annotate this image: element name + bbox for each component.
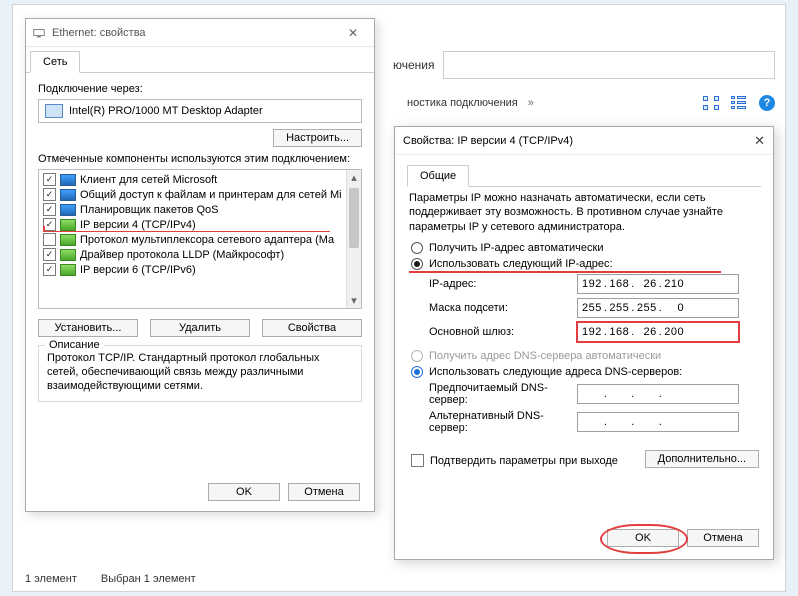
- cancel-button[interactable]: Отмена: [288, 483, 360, 501]
- protocol-icon: [60, 219, 76, 231]
- list-item-label: Драйвер протокола LLDP (Майкрософт): [80, 249, 284, 261]
- radio-ip-auto[interactable]: Получить IP-адрес автоматически: [411, 242, 761, 254]
- subnet-mask-field[interactable]: 255.255.255. 0: [577, 298, 739, 318]
- radio-ip-static[interactable]: Использовать следующий IP-адрес:: [411, 258, 761, 270]
- checkbox-icon[interactable]: ✓: [43, 203, 56, 216]
- configure-button[interactable]: Настроить...: [273, 129, 362, 147]
- list-item[interactable]: ✓ IP версии 6 (TCP/IPv6): [43, 262, 345, 277]
- ip-address-field[interactable]: 192.168. 26.210: [577, 274, 739, 294]
- ipv4-properties-dialog: Свойства: IP версии 4 (TCP/IPv4) ✕ Общие…: [394, 126, 774, 560]
- protocol-icon: [60, 234, 76, 246]
- list-item-label: Протокол мультиплексора сетевого адаптер…: [80, 234, 334, 246]
- dns-preferred-field[interactable]: . . .: [577, 384, 739, 404]
- view-large-icons-button[interactable]: [703, 96, 719, 110]
- list-item-label: IP версии 4 (TCP/IPv4): [80, 219, 196, 231]
- cancel-button[interactable]: Отмена: [687, 529, 759, 547]
- radio-icon: [411, 258, 423, 270]
- protocol-icon: [60, 264, 76, 276]
- service-icon: [60, 174, 76, 186]
- list-item-label: Планировщик пакетов QoS: [80, 204, 219, 216]
- list-item[interactable]: ✓ IP версии 4 (TCP/IPv4): [43, 217, 345, 232]
- breadcrumb-bar: ючения: [393, 49, 775, 81]
- list-item-label: IP версии 6 (TCP/IPv6): [80, 264, 196, 276]
- description-legend: Описание: [45, 339, 104, 351]
- adapter-field: Intel(R) PRO/1000 MT Desktop Adapter: [38, 99, 362, 123]
- tab-network[interactable]: Сеть: [30, 51, 80, 73]
- radio-icon: [411, 366, 423, 378]
- scroll-up-icon[interactable]: ▴: [347, 170, 361, 185]
- description-group: Описание Протокол TCP/IP. Стандартный пр…: [38, 345, 362, 402]
- list-item[interactable]: ✓ Планировщик пакетов QoS: [43, 202, 345, 217]
- command-diagnose[interactable]: ностика подключения: [407, 97, 518, 109]
- dns-alternate-field[interactable]: . . .: [577, 412, 739, 432]
- tab-general[interactable]: Общие: [407, 165, 469, 187]
- status-selection: Выбран 1 элемент: [101, 573, 196, 585]
- service-icon: [60, 204, 76, 216]
- list-item-label: Клиент для сетей Microsoft: [80, 174, 217, 186]
- radio-dns-static[interactable]: Использовать следующие адреса DNS-сервер…: [411, 366, 761, 378]
- checkbox-icon: [411, 454, 424, 467]
- help-icon[interactable]: ?: [759, 95, 775, 111]
- tabs: Общие: [407, 161, 761, 187]
- list-item[interactable]: ✓ Драйвер протокола LLDP (Майкрософт): [43, 247, 345, 262]
- list-item[interactable]: ✓ Клиент для сетей Microsoft: [43, 172, 345, 187]
- checkbox-icon[interactable]: [43, 233, 56, 246]
- label-dns-preferred: Предпочитаемый DNS-сервер:: [429, 382, 577, 406]
- uninstall-button[interactable]: Удалить: [150, 319, 250, 337]
- description-text: Протокол TCP/IP. Стандартный протокол гл…: [47, 352, 353, 393]
- list-item[interactable]: ✓ Общий доступ к файлам и принтерам для с…: [43, 187, 345, 202]
- dialog-titlebar[interactable]: Свойства: IP версии 4 (TCP/IPv4) ✕: [395, 127, 773, 155]
- intro-text: Параметры IP можно назначать автоматичес…: [409, 191, 759, 234]
- radio-icon: [411, 242, 423, 254]
- adapter-name: Intel(R) PRO/1000 MT Desktop Adapter: [69, 105, 263, 117]
- label-connect-via: Подключение через:: [38, 83, 362, 95]
- advanced-button[interactable]: Дополнительно...: [645, 450, 759, 468]
- close-icon[interactable]: ✕: [754, 133, 765, 149]
- scroll-down-icon[interactable]: ▾: [347, 293, 361, 308]
- validate-checkbox[interactable]: Подтвердить параметры при выходе: [411, 454, 618, 467]
- label-subnet-mask: Маска подсети:: [429, 302, 577, 314]
- view-details-button[interactable]: [731, 96, 747, 110]
- status-bar: 1 элемент Выбран 1 элемент: [25, 573, 196, 585]
- list-item-label: Общий доступ к файлам и принтерам для се…: [80, 189, 342, 201]
- radio-icon: [411, 350, 423, 362]
- ok-button[interactable]: OK: [607, 529, 679, 547]
- network-adapter-icon: [32, 26, 46, 40]
- search-input[interactable]: [443, 51, 776, 79]
- tabs: Сеть: [26, 47, 374, 73]
- service-icon: [60, 189, 76, 201]
- chevron-right-icon[interactable]: »: [528, 97, 534, 109]
- properties-button[interactable]: Свойства: [262, 319, 362, 337]
- ok-button[interactable]: OK: [208, 483, 280, 501]
- protocol-icon: [60, 249, 76, 261]
- breadcrumb-fragment: ючения: [393, 58, 435, 72]
- checkbox-icon[interactable]: ✓: [43, 263, 56, 276]
- ethernet-properties-dialog: Ethernet: свойства ✕ Сеть Подключение че…: [25, 18, 375, 512]
- list-item[interactable]: Протокол мультиплексора сетевого адаптер…: [43, 232, 345, 247]
- nic-icon: [45, 104, 63, 118]
- gateway-field[interactable]: 192.168. 26.200: [577, 322, 739, 342]
- checkbox-icon[interactable]: ✓: [43, 248, 56, 261]
- status-count: 1 элемент: [25, 573, 77, 585]
- label-components: Отмеченные компоненты используются этим …: [38, 153, 362, 165]
- label-gateway: Основной шлюз:: [429, 326, 577, 338]
- dialog-titlebar[interactable]: Ethernet: свойства ✕: [26, 19, 374, 47]
- checkbox-icon[interactable]: ✓: [43, 188, 56, 201]
- close-icon[interactable]: ✕: [338, 26, 368, 40]
- checkbox-icon[interactable]: ✓: [43, 218, 56, 231]
- install-button[interactable]: Установить...: [38, 319, 138, 337]
- scroll-thumb[interactable]: [349, 188, 359, 248]
- dialog-title: Ethernet: свойства: [52, 27, 146, 39]
- checkbox-icon[interactable]: ✓: [43, 173, 56, 186]
- components-list[interactable]: ✓ Клиент для сетей Microsoft ✓ Общий доступ…: [38, 169, 362, 309]
- label-ip-address: IP-адрес:: [429, 278, 577, 290]
- scrollbar[interactable]: ▴ ▾: [346, 170, 361, 308]
- dialog-title: Свойства: IP версии 4 (TCP/IPv4): [403, 135, 573, 147]
- radio-dns-auto: Получить адрес DNS-сервера автоматически: [411, 350, 761, 362]
- label-dns-alternate: Альтернативный DNS-сервер:: [429, 410, 577, 434]
- command-bar: ностика подключения » ?: [407, 95, 775, 111]
